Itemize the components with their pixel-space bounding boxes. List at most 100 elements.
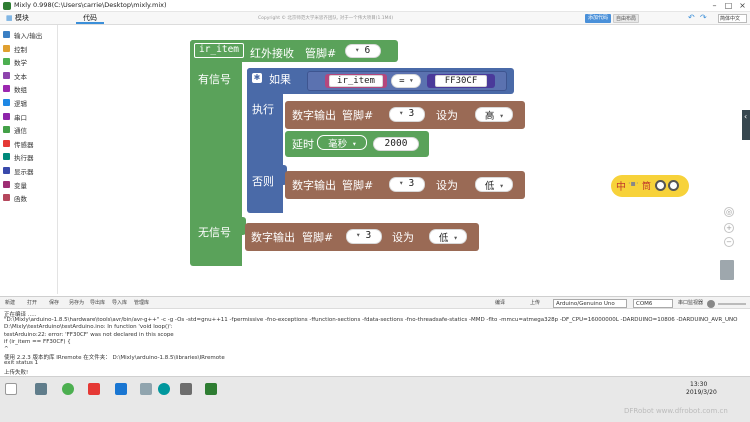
console-line: testArduino:22: error: 'FF30CF' was not …	[4, 331, 174, 338]
ir-var-field[interactable]: ir_item	[194, 43, 244, 58]
modules-tab[interactable]: ▦ 模块	[6, 13, 29, 23]
out3-pin-label: 管脚#	[302, 231, 334, 244]
zoom-slider-icon[interactable]	[707, 300, 715, 308]
app360-icon[interactable]	[62, 383, 74, 395]
ir-label: 红外接收	[250, 47, 294, 60]
category-icon	[3, 85, 10, 93]
category-icon	[3, 71, 10, 79]
sidebar-item-11[interactable]: 变量	[2, 178, 56, 191]
helper-widget[interactable]: 中 ·▪· 筒	[611, 175, 689, 197]
sidebar-item-12[interactable]: 函数	[2, 191, 56, 204]
else-label: 否则	[252, 175, 274, 188]
copyright-text: Copyright © 北京师范大学米思齐团队, 对于一个伟大项目(1.1M4)	[258, 16, 394, 21]
app-blue-icon[interactable]	[115, 383, 127, 395]
compile-button[interactable]: 编译	[495, 299, 505, 306]
ir-pin-field[interactable]: ▼ 6	[345, 44, 381, 58]
out2-pin-label: 管脚#	[342, 179, 374, 192]
out1-label: 数字输出	[292, 109, 336, 122]
zoom-in-icon[interactable]: +	[724, 223, 734, 233]
mixly-icon[interactable]	[205, 383, 217, 395]
chevron-down-icon: ▼	[356, 232, 360, 239]
title-bar: Mixly 0.998(C:\Users\carrie\Desktop\mixl…	[0, 0, 750, 12]
operator-field[interactable]: = ▼	[391, 74, 421, 88]
sidebar-item-0[interactable]: 输入/输出	[2, 28, 56, 41]
sidebar-item-label: 逻辑	[14, 100, 27, 108]
chevron-down-icon: ▼	[352, 141, 356, 148]
export-library-button[interactable]: 导出库	[90, 299, 105, 306]
out2-value-field[interactable]: 低 ▼	[475, 177, 513, 192]
start-icon[interactable]	[5, 383, 17, 395]
new-button[interactable]: 新建	[5, 299, 15, 306]
maximize-icon[interactable]: □	[722, 0, 735, 11]
app-red-icon[interactable]	[88, 383, 100, 395]
chevron-down-icon: ▼	[500, 113, 504, 120]
app-gray-icon[interactable]	[140, 383, 152, 395]
save-as-button[interactable]: 另存为	[69, 299, 84, 306]
category-icon	[3, 31, 10, 38]
sidebar-item-5[interactable]: 逻辑	[2, 96, 56, 109]
sidebar-item-7[interactable]: 通信	[2, 123, 56, 136]
output-console: 正在编译 ..... "D:\Mixly\arduino-1.8.5\hardwa…	[0, 309, 750, 375]
redo-icon[interactable]: ↷	[700, 13, 707, 22]
bottom-toolbar: 新建 打开 保存 另存为 导出库 导入库 管理库 编译 上传 Arduino/G…	[0, 296, 750, 309]
category-icon	[3, 153, 10, 161]
manage-library-button[interactable]: 管理库	[134, 299, 149, 306]
close-icon[interactable]: ×	[736, 0, 749, 11]
sidebar-item-8[interactable]: 传感器	[2, 137, 56, 150]
minimize-icon[interactable]: –	[708, 0, 721, 11]
sidebar-item-label: 数学	[14, 59, 27, 68]
import-library-button[interactable]: 导入库	[112, 299, 127, 306]
free-layout-button[interactable]: 自由布局	[613, 14, 639, 23]
console-line: if (ir_item == FF30CF) {	[4, 338, 71, 345]
sidebar-item-1[interactable]: 控制	[2, 42, 56, 55]
out3-label: 数字输出	[251, 231, 295, 244]
zoom-out-icon[interactable]: −	[724, 237, 734, 247]
language-select[interactable]: 简体中文	[718, 14, 747, 23]
undo-icon[interactable]: ↶	[688, 13, 695, 22]
out2-pin-field[interactable]: ▼ 3	[389, 177, 425, 192]
out3-pin-field[interactable]: ▼ 3	[346, 229, 382, 244]
out3-value-field[interactable]: 低 ▼	[429, 229, 467, 244]
recenter-icon[interactable]: ◎	[724, 207, 734, 217]
open-button[interactable]: 打开	[27, 299, 37, 306]
if-block-body[interactable]	[247, 68, 283, 213]
add-code-button[interactable]: 添加代码	[585, 14, 611, 23]
console-line: "D:\Mixly\arduino-1.8.5\hardware\tools\a…	[4, 317, 738, 324]
category-sidebar: 输入/输出控制数学 文本 数组逻辑串口通信 传感器 执行器 显示器变量 函数	[0, 25, 58, 294]
trash-icon[interactable]	[720, 260, 734, 280]
dots-icon: ·▪·	[628, 179, 639, 188]
out1-value-field[interactable]: 高 ▼	[475, 107, 513, 122]
save-button[interactable]: 保存	[49, 299, 59, 306]
sidebar-item-label: 变量	[14, 181, 27, 190]
out2-set-label: 设为	[436, 179, 458, 192]
board-select[interactable]: Arduino/Genuino Uno	[553, 299, 627, 308]
arduino-icon[interactable]	[158, 383, 170, 395]
gear-icon[interactable]: ✱	[252, 73, 262, 83]
out1-pin-field[interactable]: ▼ 3	[389, 107, 425, 122]
sidebar-item-4[interactable]: 数组	[2, 82, 56, 95]
file-explorer-icon[interactable]	[35, 383, 47, 395]
delay-value-field[interactable]: 2000	[373, 137, 419, 151]
chevron-down-icon: ▼	[500, 183, 504, 190]
sidebar-item-10[interactable]: 显示器	[2, 164, 56, 177]
code-tab[interactable]: 代码	[76, 13, 104, 24]
port-select[interactable]: COM6	[633, 299, 673, 308]
zoom-slider[interactable]	[718, 303, 746, 305]
upload-button[interactable]: 上传	[530, 299, 540, 306]
sidebar-item-6[interactable]: 串口	[2, 110, 56, 123]
sidebar-item-label: 输入/输出	[14, 32, 43, 40]
console-line: ^	[4, 346, 9, 352]
compare-var-field[interactable]: ir_item	[329, 75, 383, 87]
sidebar-item-label: 通信	[14, 127, 27, 136]
sidebar-item-3[interactable]: 文本	[2, 69, 56, 82]
sidebar-item-2[interactable]: 数学	[2, 55, 56, 68]
clock-date: 2019/3/20	[686, 389, 717, 396]
serial-monitor-button[interactable]: 串口监视器	[678, 299, 703, 306]
watermark: DFRobot www.dfrobot.com.cn	[624, 407, 728, 415]
minion-eyes-icon	[655, 180, 666, 191]
hex-value-field[interactable]: FF30CF	[435, 75, 487, 87]
blocks-workspace[interactable]: ir_item 红外接收 管脚# ▼ 6 有信号 无信号 ✱ 如果 执行 否则 …	[59, 25, 750, 294]
app-dark-icon[interactable]	[180, 383, 192, 395]
sidebar-item-9[interactable]: 执行器	[2, 150, 56, 163]
delay-unit-field[interactable]: 毫秒 ▼	[317, 135, 367, 150]
